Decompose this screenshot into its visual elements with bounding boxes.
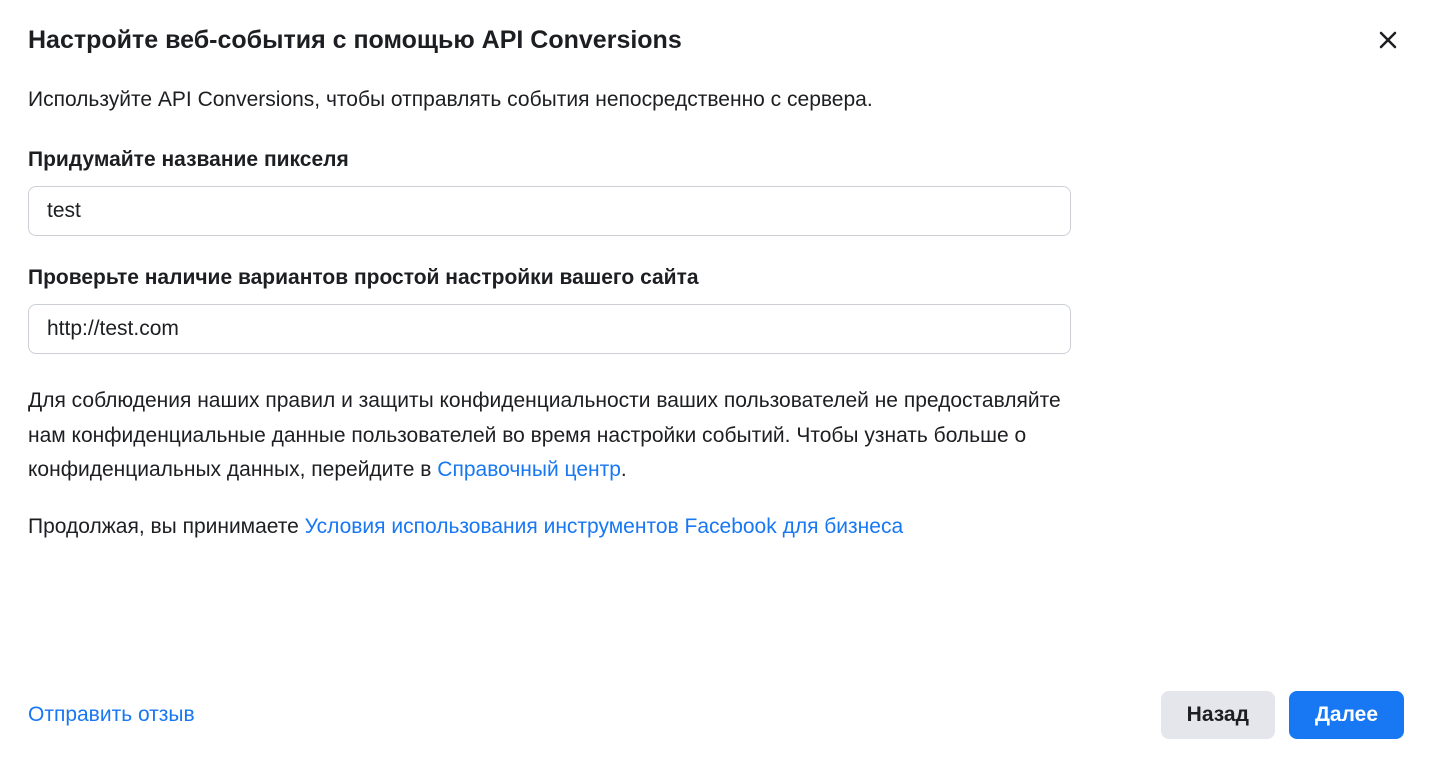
dialog-title: Настройте веб-события с помощью API Conv…	[28, 24, 682, 57]
continue-text: Продолжая, вы принимаете	[28, 515, 305, 538]
dialog-container: Настройте веб-события с помощью API Conv…	[0, 0, 1432, 763]
close-button[interactable]	[1372, 24, 1404, 56]
pixel-name-input[interactable]	[28, 186, 1071, 236]
feedback-link[interactable]: Отправить отзыв	[28, 703, 195, 727]
dialog-description: Используйте API Conversions, чтобы отпра…	[28, 85, 1404, 114]
site-url-input[interactable]	[28, 304, 1071, 354]
pixel-name-field-group: Придумайте название пикселя	[28, 148, 1404, 236]
help-center-link[interactable]: Справочный центр	[437, 458, 621, 481]
next-button[interactable]: Далее	[1289, 691, 1404, 739]
back-button[interactable]: Назад	[1161, 691, 1275, 739]
terms-link[interactable]: Условия использования инструментов Faceb…	[305, 515, 903, 538]
pixel-name-label: Придумайте название пикселя	[28, 148, 1404, 172]
site-url-field-group: Проверьте наличие вариантов простой наст…	[28, 266, 1404, 354]
close-icon	[1376, 28, 1400, 52]
dialog-footer: Отправить отзыв Назад Далее	[28, 691, 1404, 739]
dialog-header: Настройте веб-события с помощью API Conv…	[28, 24, 1404, 57]
site-url-label: Проверьте наличие вариантов простой наст…	[28, 266, 1404, 290]
privacy-text-period: .	[621, 458, 627, 481]
privacy-info-text: Для соблюдения наших правил и защиты кон…	[28, 384, 1078, 488]
button-group: Назад Далее	[1161, 691, 1404, 739]
terms-info-text: Продолжая, вы принимаете Условия использ…	[28, 510, 1078, 545]
